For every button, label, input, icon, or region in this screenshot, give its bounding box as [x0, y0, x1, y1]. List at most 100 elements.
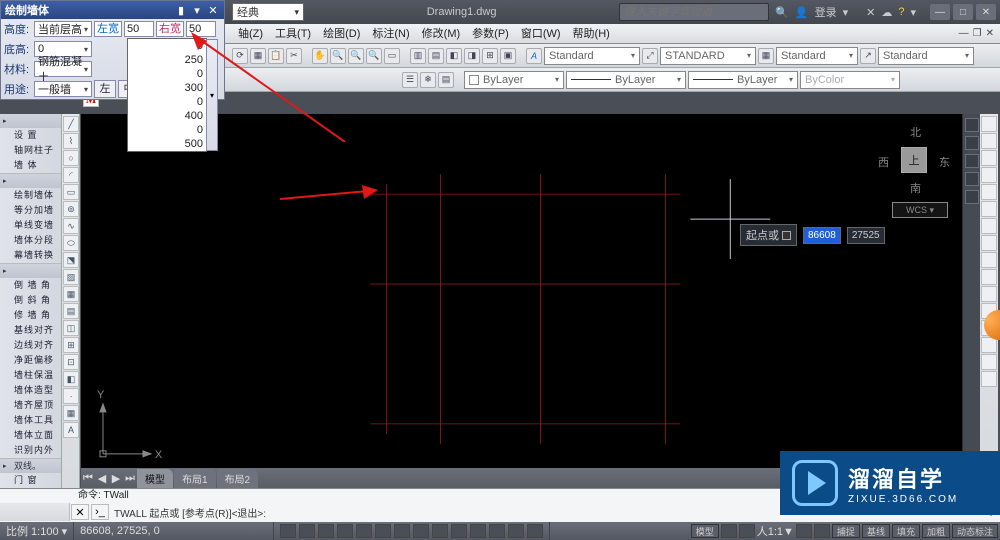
polar-toggle[interactable] [337, 524, 353, 538]
layout-tab[interactable]: 布局1 [174, 469, 216, 488]
line-icon[interactable]: ╱ [63, 116, 79, 132]
sidebar-item[interactable]: 边线对齐 [0, 338, 61, 353]
sidebar-item[interactable]: 识别内外 [0, 443, 61, 458]
usage-field[interactable]: 一般墙▾ [34, 81, 92, 97]
tool-icon[interactable] [981, 201, 997, 217]
tpy-toggle[interactable] [470, 524, 486, 538]
close-button[interactable]: ✕ [976, 4, 996, 20]
polyline-icon[interactable]: ⌇ [63, 133, 79, 149]
tool-icon[interactable] [981, 167, 997, 183]
status-button[interactable]: 基线 [862, 524, 890, 538]
minimize-button[interactable]: — [930, 4, 950, 20]
tool-icon[interactable]: ▤ [428, 48, 444, 64]
command-grip[interactable] [0, 503, 70, 521]
tab-first-icon[interactable]: ⏮ [81, 472, 95, 485]
3dosnap-toggle[interactable] [375, 524, 391, 538]
menu-item[interactable]: 参数(P) [466, 24, 515, 43]
status-button[interactable]: 动态标注 [952, 524, 998, 538]
sidebar-item[interactable]: 墙 体 [0, 158, 61, 173]
sidebar-item[interactable]: 倒 墙 角 [0, 278, 61, 293]
maximize-button[interactable]: □ [953, 4, 973, 20]
tool-icon[interactable]: ⊞ [63, 337, 79, 353]
spline-icon[interactable]: ∿ [63, 218, 79, 234]
menu-item[interactable]: 标注(N) [366, 24, 415, 43]
steering-wheel-icon[interactable] [965, 118, 979, 132]
sidebar-item[interactable]: 倒 斜 角 [0, 293, 61, 308]
autohide-icon[interactable]: ▾ [190, 4, 204, 17]
layer-icon[interactable]: ❄ [420, 72, 436, 88]
tool-icon[interactable]: ▤ [63, 303, 79, 319]
orbit-icon[interactable] [965, 172, 979, 186]
tool-icon[interactable] [981, 252, 997, 268]
sidebar-item[interactable]: 基线对齐 [0, 323, 61, 338]
tool-icon[interactable] [981, 150, 997, 166]
tool-icon[interactable]: ▦ [63, 405, 79, 421]
tool-icon[interactable] [981, 354, 997, 370]
tool-icon[interactable] [981, 133, 997, 149]
layer-icon[interactable]: ☰ [402, 72, 418, 88]
qp-toggle[interactable] [489, 524, 505, 538]
otrack-toggle[interactable] [394, 524, 410, 538]
tool-icon[interactable]: ◫ [63, 320, 79, 336]
sidebar-item[interactable]: 墙体工具 [0, 413, 61, 428]
tool-icon[interactable] [981, 116, 997, 132]
zoom-icon[interactable] [965, 154, 979, 168]
user-icon[interactable]: 👤 [795, 6, 809, 19]
sidebar-item[interactable]: 墙体分段 [0, 233, 61, 248]
am-toggle[interactable] [527, 524, 543, 538]
scale-field[interactable]: 比例 1:100 ▾ [0, 522, 74, 540]
layer-icon[interactable]: ▤ [438, 72, 454, 88]
hatch-icon[interactable]: ▨ [63, 269, 79, 285]
arc-icon[interactable]: ◜ [63, 167, 79, 183]
tool-icon[interactable] [981, 371, 997, 387]
status-icon[interactable] [796, 524, 812, 538]
tool-icon[interactable]: ⊚ [63, 201, 79, 217]
tab-next-icon[interactable]: ▶ [109, 472, 123, 485]
help-icon[interactable]: ? [898, 6, 904, 18]
status-icon[interactable] [721, 524, 737, 538]
status-button[interactable]: 加粗 [922, 524, 950, 538]
status-button[interactable]: 填充 [892, 524, 920, 538]
align-left-button[interactable]: 左 [94, 80, 116, 98]
sc-toggle[interactable] [508, 524, 524, 538]
dyn-toggle[interactable] [432, 524, 448, 538]
osnap-toggle[interactable] [356, 524, 372, 538]
doc-restore-button[interactable]: ❐ [973, 28, 982, 39]
sidebar-item[interactable]: 净距偏移 [0, 353, 61, 368]
point-icon[interactable]: ∙ [63, 388, 79, 404]
dialog-header[interactable]: 绘制墙体 ▮ ▾ ✕ [1, 1, 224, 19]
sidebar-item[interactable]: 轴网柱子 [0, 143, 61, 158]
model-tab[interactable]: 模型 [137, 469, 173, 488]
tab-last-icon[interactable]: ⏭ [123, 472, 137, 485]
menu-item[interactable]: 帮助(H) [567, 24, 616, 43]
sidebar-item[interactable]: 等分加墙 [0, 203, 61, 218]
sidebar-item[interactable]: 幕墙转换 [0, 248, 61, 263]
menu-item[interactable]: 修改(M) [416, 24, 467, 43]
wcs-label[interactable]: WCS ▾ [892, 202, 948, 218]
doc-minimize-button[interactable]: — [959, 28, 969, 39]
menu-item[interactable]: 窗口(W) [515, 24, 567, 43]
snap-toggle[interactable] [280, 524, 296, 538]
tool-icon[interactable]: ▭ [384, 48, 400, 64]
pan-icon[interactable] [965, 136, 979, 150]
sidebar-item[interactable]: 单线变墙 [0, 218, 61, 233]
tool-icon[interactable] [981, 218, 997, 234]
tool-icon[interactable] [981, 286, 997, 302]
tool-icon[interactable]: ◧ [63, 371, 79, 387]
sidebar-item[interactable]: 设 置 [0, 128, 61, 143]
left-width-field[interactable] [124, 21, 154, 37]
sidebar-item[interactable]: 门 窗 [0, 473, 61, 488]
close-icon[interactable]: ✕ [206, 4, 220, 17]
sidebar-item[interactable]: 墙体造型 [0, 383, 61, 398]
linetype-selector[interactable]: ByLayer▾ [566, 71, 686, 89]
sidebar-item[interactable]: 墙柱保温 [0, 368, 61, 383]
annoscale-field[interactable]: 人1:1▼ [757, 523, 794, 539]
view-cube[interactable]: 北 南 东 西 上 [878, 124, 950, 196]
text-icon[interactable]: A [63, 422, 79, 438]
rect-icon[interactable]: ▭ [63, 184, 79, 200]
status-icon[interactable] [739, 524, 755, 538]
tool-icon[interactable] [981, 184, 997, 200]
help-search-input[interactable] [619, 3, 769, 21]
tool-icon[interactable]: ▦ [63, 286, 79, 302]
sidebar-item[interactable]: 修 墙 角 [0, 308, 61, 323]
